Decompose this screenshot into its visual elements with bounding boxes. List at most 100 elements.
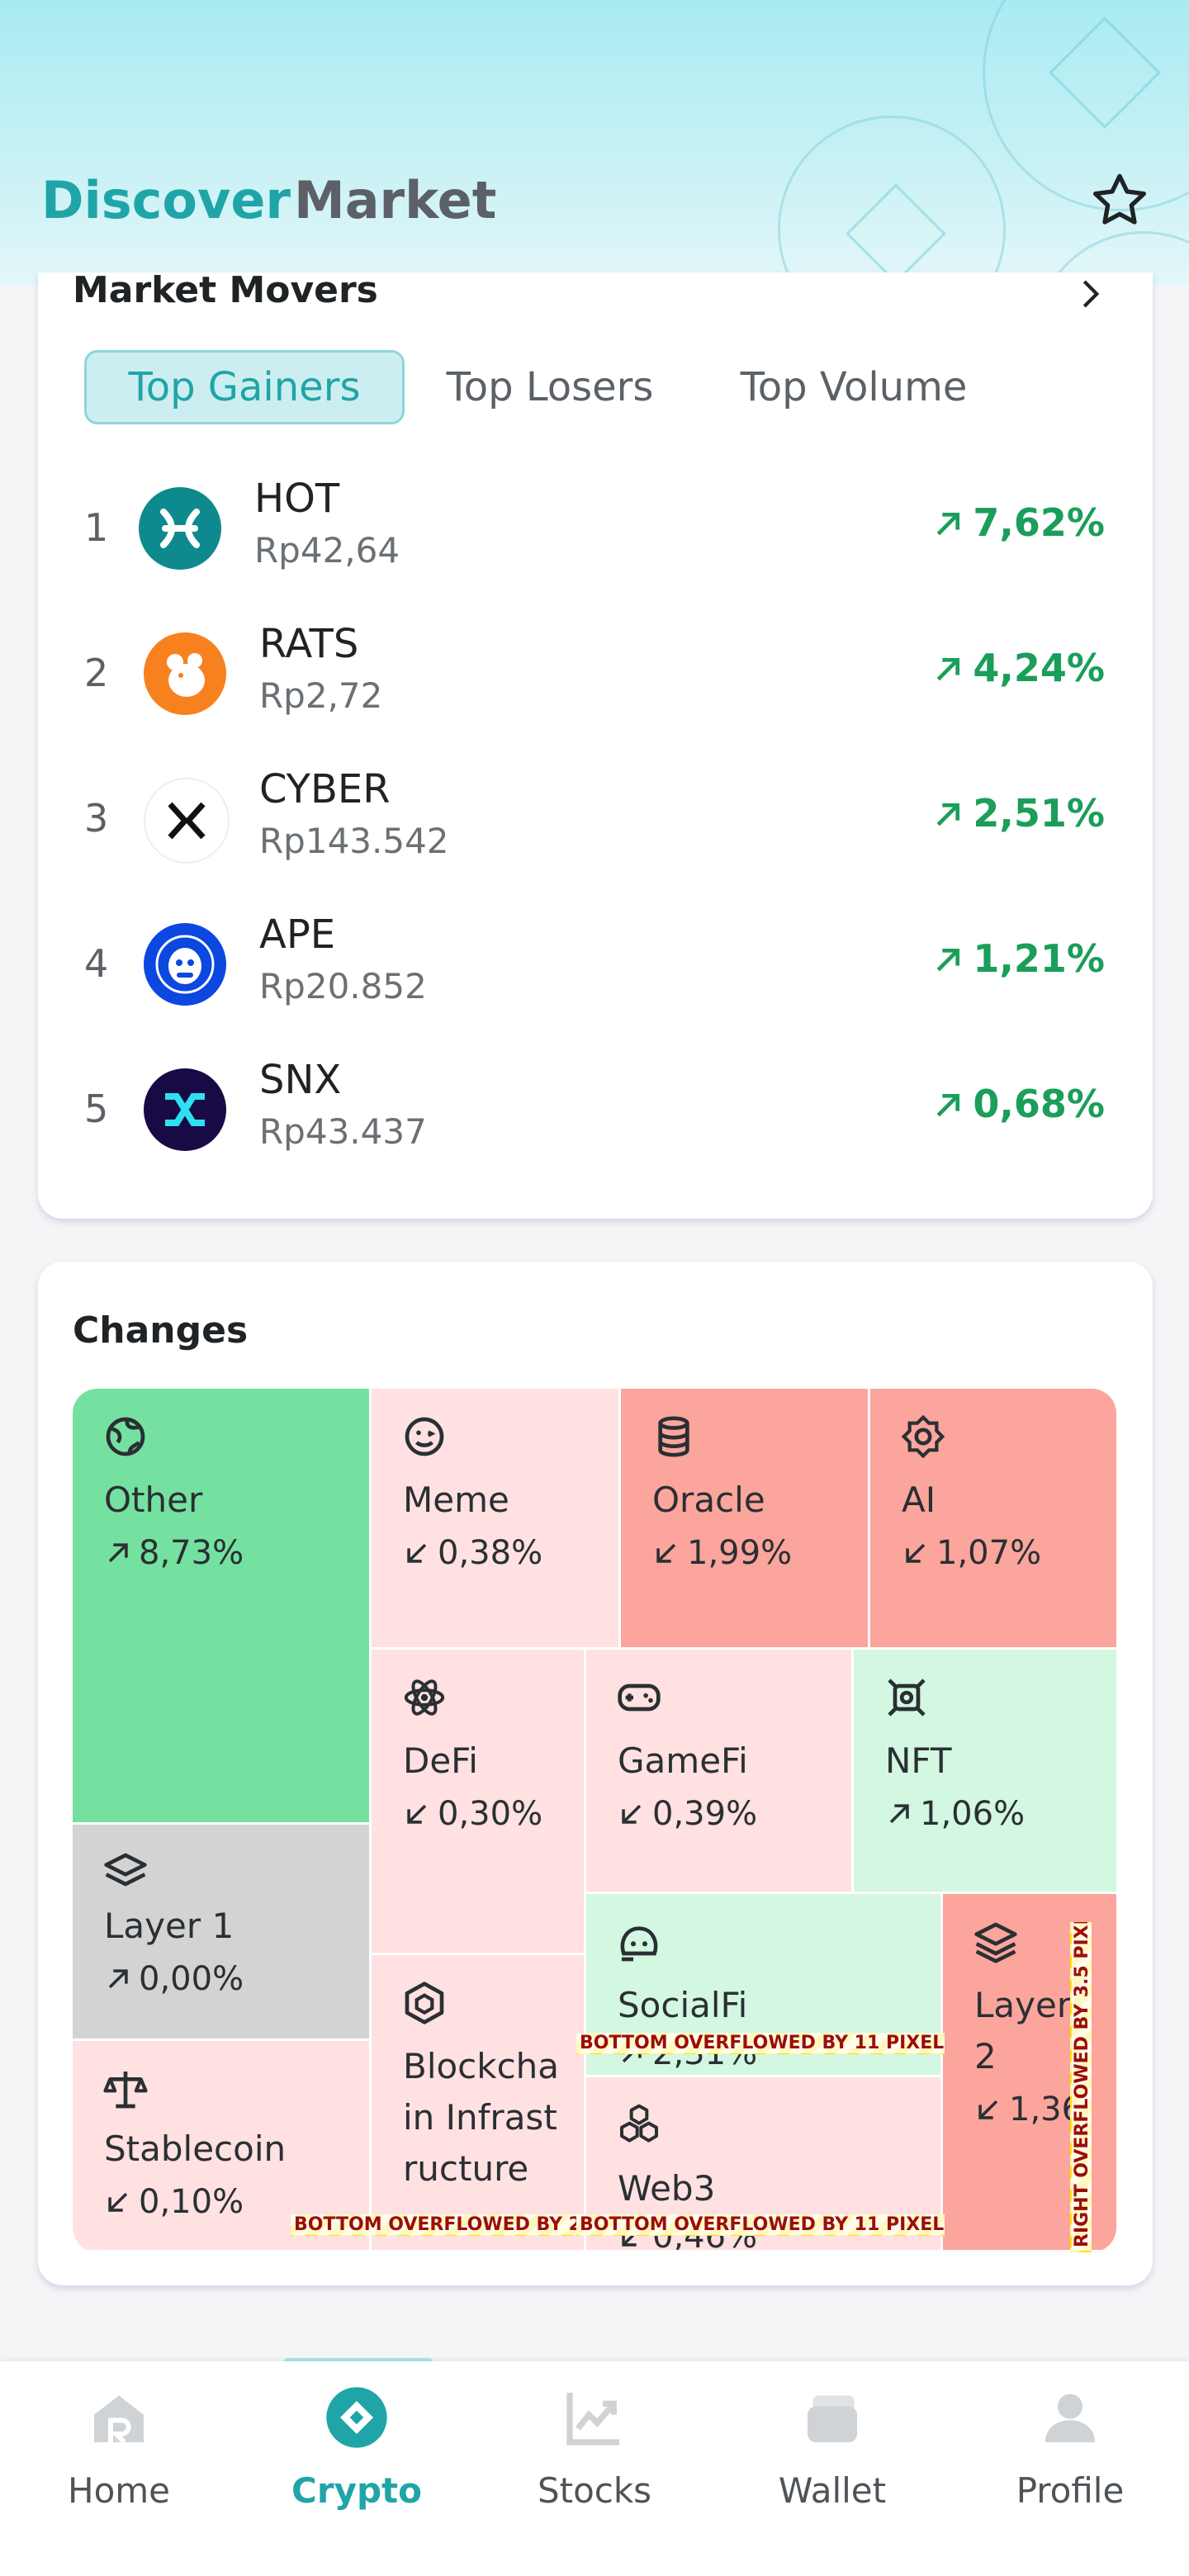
tile-defi[interactable]: DeFi 0,30% [372,1650,586,1955]
market-movers-title: Market Movers [73,269,378,311]
rank: 5 [84,1087,109,1131]
arrow-up-right-icon [889,1804,909,1824]
globe-icon [106,1417,145,1456]
rank: 2 [84,651,109,695]
nav-stocks[interactable]: Stocks [476,2361,713,2576]
tile-change: 0,00% [104,1960,244,1998]
wallet-icon [808,2395,857,2442]
coin-symbol: HOT [254,476,340,522]
tile-change: 1,36 [974,2091,1082,2129]
arrow-up-right-icon [937,513,960,536]
nav-label: Profile [1016,2470,1125,2511]
coin-symbol: RATS [259,621,359,667]
tab-market[interactable]: Market [294,170,496,230]
tile-name: Layer 2 [974,1985,1072,2076]
tile-gamefi[interactable]: GameFi 0,39% [586,1650,854,1894]
tile-name: SocialFi [618,1985,748,2025]
tile-name: Layer 1 [104,1906,234,1946]
tile-change: 0,30% [403,1795,542,1833]
coin-change: 2,51% [931,791,1105,836]
coin-symbol: CYBER [259,766,391,812]
coin-change: 4,24% [931,646,1105,690]
nav-wallet[interactable]: Wallet [713,2361,951,2576]
cubes-icon [620,2104,658,2143]
arrow-up-right-icon [937,1094,960,1117]
ape-icon [144,923,226,1006]
tile-nft[interactable]: NFT 1,06% [854,1650,1116,1894]
crypto-icon [326,2387,387,2448]
tile-layer-1[interactable]: Layer 1 0,00% [73,1825,372,2041]
tile-name: DeFi [403,1740,478,1781]
bottom-nav: Home Crypto Stocks Wallet Profile [0,2361,1189,2576]
arrow-down-left-icon [108,2192,128,2212]
mover-row[interactable]: 2 RATS Rp2,72 4,24% [38,611,1153,756]
mover-row[interactable]: 4 APE Rp20.852 1,21% [38,902,1153,1047]
mover-row[interactable]: 3 CYBER Rp143.542 2,51% [38,756,1153,902]
rank: 4 [84,941,109,986]
tile-change: 0,38% [403,1534,542,1572]
coin-symbol: APE [259,912,336,958]
header-background [0,0,1189,285]
arrow-up-right-icon [108,1969,128,1989]
mover-row[interactable]: 1 HOT Rp42,64 7,62% [38,466,1153,611]
scale-icon [103,2072,148,2109]
filter-top-gainers[interactable]: Top Gainers [84,350,405,424]
overflow-warning-vertical: RIGHT OVERFLOWED BY 3.5 PIXELS [1070,1922,1092,2252]
nav-label: Home [67,2470,171,2511]
coin-price: Rp42,64 [254,530,400,571]
overflow-warning: BOTTOM OVERFLOWED BY 2 [291,2214,588,2236]
tile-change: 0,39% [618,1795,757,1833]
tile-oracle[interactable]: Oracle 1,99% [621,1389,870,1650]
ai-chip-icon [901,1414,945,1459]
coin-change: 0,68% [931,1082,1105,1126]
smiley-icon [405,1417,444,1456]
nav-profile[interactable]: Profile [951,2361,1189,2576]
arrow-down-left-icon [407,1804,427,1824]
rank: 1 [84,505,109,550]
tile-change: 0,10% [104,2183,244,2221]
coin-change: 7,62% [931,500,1105,545]
tile-name: Meme [403,1480,509,1520]
profile-icon [1045,2394,1095,2442]
arrow-down-left-icon [978,2100,998,2119]
filter-top-losers[interactable]: Top Losers [426,353,674,422]
nft-icon [888,1679,926,1717]
tile-other[interactable]: Other 8,73% [73,1389,372,1825]
stocks-chart-icon [566,2393,619,2446]
coin-price: Rp43.437 [259,1111,427,1152]
database-icon [658,1416,689,1457]
layers-icon [974,1922,1017,1963]
tile-name: Other [104,1480,203,1520]
arrow-down-left-icon [656,1543,676,1563]
rats-icon [144,632,226,715]
arrow-up-right-icon [937,658,960,681]
nav-home[interactable]: Home [0,2361,238,2576]
filter-top-volume[interactable]: Top Volume [725,353,983,422]
home-icon [94,2395,144,2445]
tile-ai[interactable]: AI 1,07% [870,1389,1116,1650]
arrow-up-right-icon [937,803,960,826]
tile-meme[interactable]: Meme 0,38% [372,1389,621,1650]
arrow-down-left-icon [622,1804,642,1824]
coin-price: Rp20.852 [259,966,427,1006]
chat-icon [620,1926,658,1962]
tile-name: Stablecoin [104,2129,287,2169]
tile-name: Web3 [618,2168,716,2209]
tile-change: 1,07% [902,1534,1041,1572]
arrow-down-left-icon [906,1543,926,1563]
coin-change: 1,21% [931,936,1105,981]
overflow-warning: BOTTOM OVERFLOWED BY 11 PIXELS [576,2033,945,2054]
tab-discover[interactable]: Discover [41,170,291,230]
mover-row[interactable]: 5 SNX Rp43.437 0,68% [38,1047,1153,1192]
star-icon[interactable] [1087,168,1153,234]
gamepad-icon [618,1683,661,1712]
tile-name: GameFi [618,1740,748,1781]
chevron-right-icon[interactable] [1073,277,1106,310]
nav-label: Wallet [778,2470,887,2511]
nav-crypto[interactable]: Crypto [238,2361,476,2576]
tile-name: AI [902,1480,936,1520]
tile-name: Oracle [652,1480,765,1520]
changes-treemap: Other 8,73% Meme 0,38% Oracle 1,99% AI 1… [73,1389,1116,2252]
atom-icon [404,1679,445,1716]
tile-blockchain-infrastructure[interactable]: Blockchain Infrastructure [372,1955,586,2252]
